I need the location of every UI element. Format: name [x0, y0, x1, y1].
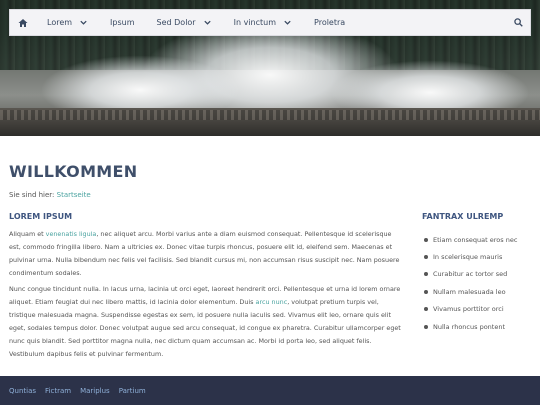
bullet-icon — [424, 324, 428, 329]
sidebar-heading: FANTRAX ULREMP — [422, 212, 504, 221]
footer: Quntias Fictram Mariplus Partium — [0, 376, 540, 405]
main-content: LOREM IPSUM Aliquam et venenatis ligula,… — [9, 212, 404, 364]
text-span: , volutpat pretium turpis vel, tristique… — [9, 298, 401, 358]
sidebar-item-label: Vivamus porttitor orci — [433, 305, 504, 314]
sidebar-item-label: In scelerisque mauris — [433, 253, 503, 262]
nav-item-proletra[interactable]: Proletra — [303, 9, 356, 36]
breadcrumb: Sie sind hier: Startseite — [9, 191, 91, 199]
footer-link[interactable]: Quntias — [9, 387, 36, 395]
paragraph-1: Aliquam et venenatis ligula, nec aliquet… — [9, 228, 404, 280]
bullet-icon — [424, 272, 428, 277]
nav-item-label: Sed Dolor — [156, 18, 196, 27]
bullet-icon — [424, 289, 428, 294]
footer-link[interactable]: Mariplus — [80, 387, 110, 395]
inline-link[interactable]: venenatis ligula — [46, 230, 97, 238]
nav-item-ipsum[interactable]: Ipsum — [99, 9, 145, 36]
nav-item-in-vinctum[interactable]: In vinctum — [223, 9, 303, 36]
main-navbar: Lorem Ipsum Sed Dolor In vinctum Proletra — [9, 9, 531, 36]
search-icon — [513, 18, 523, 27]
nav-item-label: Lorem — [47, 18, 73, 27]
bullet-icon — [424, 237, 428, 242]
footer-link[interactable]: Fictram — [45, 387, 71, 395]
bullet-icon — [424, 255, 428, 260]
page-title: WILLKOMMEN — [9, 162, 138, 181]
sidebar-list-item[interactable]: Nullam malesuada leo — [422, 283, 532, 300]
ground — [0, 108, 540, 136]
nav-item-sed-dolor[interactable]: Sed Dolor — [146, 9, 223, 36]
inline-link[interactable]: arcu nunc — [256, 298, 288, 306]
chevron-down-icon — [284, 20, 291, 25]
home-button[interactable] — [10, 9, 36, 36]
sidebar-list-item[interactable]: In scelerisque mauris — [422, 248, 532, 265]
text-span: Aliquam et — [9, 230, 46, 238]
sidebar-list-item[interactable]: Nulla rhoncus pontent — [422, 318, 532, 335]
sidebar-item-label: Curabitur ac tortor sed — [433, 270, 508, 279]
sidebar-list-item[interactable]: Vivamus porttitor orci — [422, 301, 532, 318]
search-button[interactable] — [506, 18, 530, 27]
footer-link[interactable]: Partium — [119, 387, 146, 395]
nav-item-label: Proletra — [314, 18, 346, 27]
sidebar-item-label: Nulla rhoncus pontent — [433, 322, 506, 331]
sidebar-list-item[interactable]: Curabitur ac tortor sed — [422, 266, 532, 283]
sidebar-list-item[interactable]: Etiam consequat eros nec — [422, 231, 532, 248]
bullet-icon — [424, 307, 428, 312]
sidebar-item-label: Etiam consequat eros nec — [433, 235, 518, 244]
sidebar-item-label: Nullam malesuada leo — [433, 287, 506, 296]
paragraph-2: Nunc congue tincidunt nulla. In lacus ur… — [9, 283, 404, 361]
breadcrumb-link-home[interactable]: Startseite — [57, 191, 91, 199]
nav-item-label: Ipsum — [110, 18, 135, 27]
nav-item-label: In vinctum — [233, 18, 277, 27]
chevron-down-icon — [203, 20, 211, 25]
sidebar-list: Etiam consequat eros nec In scelerisque m… — [422, 231, 532, 335]
nav-item-lorem[interactable]: Lorem — [36, 9, 99, 36]
chevron-down-icon — [80, 20, 87, 25]
section-heading: LOREM IPSUM — [9, 212, 73, 221]
sidebar: FANTRAX ULREMP Etiam consequat eros nec I… — [422, 212, 532, 335]
breadcrumb-prefix: Sie sind hier: — [9, 191, 55, 199]
home-icon — [18, 18, 28, 27]
